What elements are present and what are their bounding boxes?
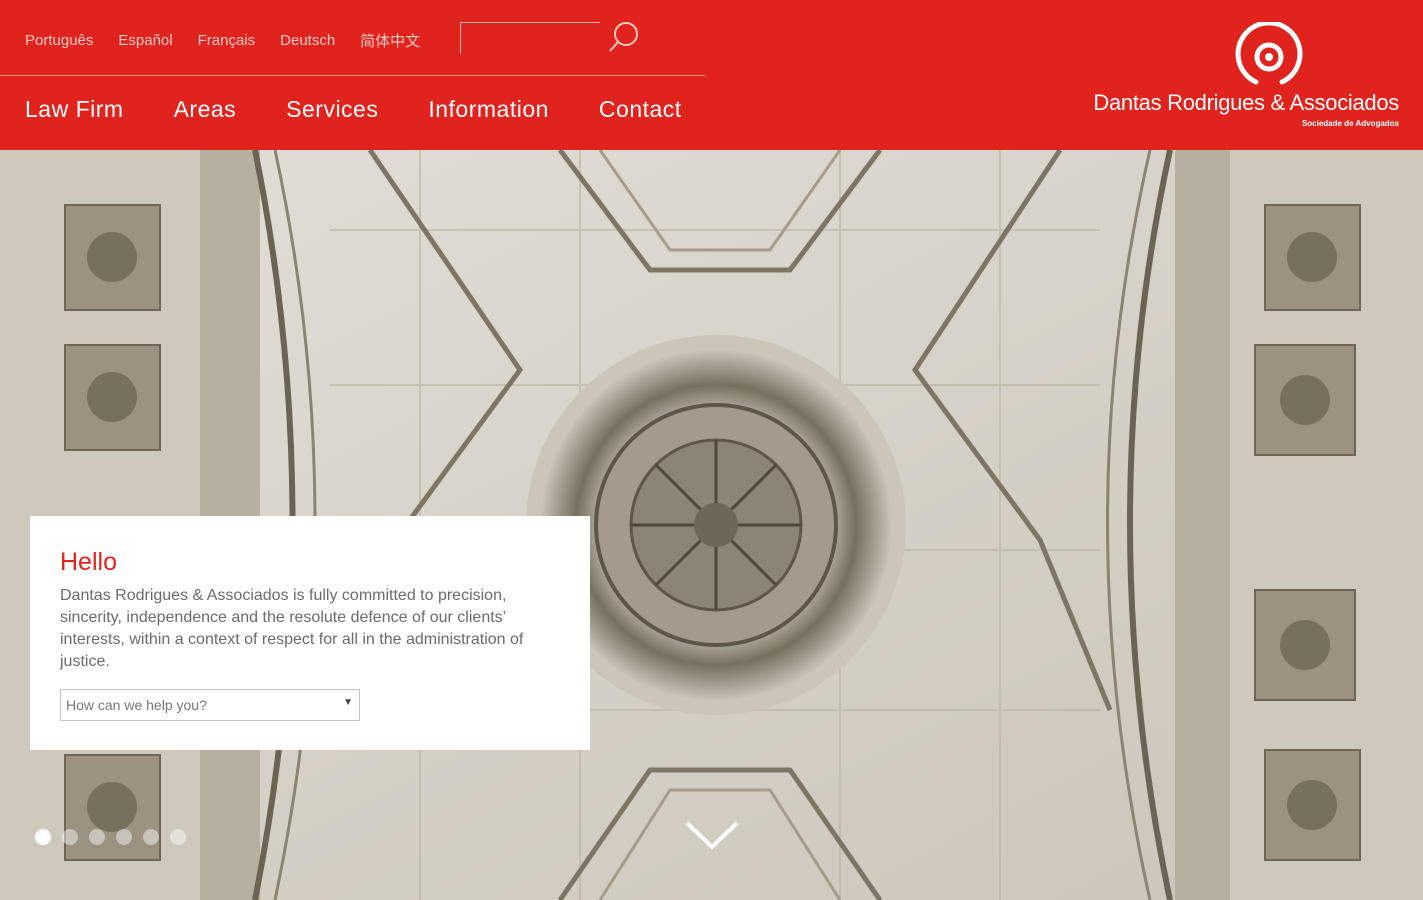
logo[interactable]: Dantas Rodrigues & Associados Sociedade … (1093, 22, 1399, 132)
chevron-down-icon[interactable] (684, 818, 740, 852)
slider-dot-6[interactable] (170, 829, 186, 845)
header-divider (0, 75, 706, 76)
magnifier-icon[interactable] (607, 20, 641, 54)
lang-chinese[interactable]: 简体中文 (360, 30, 420, 51)
nav-law-firm[interactable]: Law Firm (25, 96, 124, 123)
slider-dot-2[interactable] (62, 829, 78, 845)
lang-deutsch[interactable]: Deutsch (280, 32, 335, 49)
lang-portugues[interactable]: Português (25, 32, 93, 49)
nav-information[interactable]: Information (428, 96, 549, 123)
nav-services[interactable]: Services (286, 96, 378, 123)
slider-dot-3[interactable] (89, 829, 105, 845)
hello-title: Hello (60, 548, 117, 576)
search-input[interactable] (461, 23, 600, 54)
dropdown-arrow-icon: ▼ (343, 697, 353, 708)
help-select[interactable]: How can we help you? ▼ (60, 689, 360, 721)
main-nav: Law Firm Areas Services Information Cont… (25, 96, 732, 123)
site-header: Português Español Français Deutsch 简体中文 … (0, 0, 1423, 150)
slider-dot-4[interactable] (116, 829, 132, 845)
logo-mark-icon (1235, 22, 1303, 85)
slider-dots (35, 829, 197, 845)
nav-contact[interactable]: Contact (599, 96, 682, 123)
help-select-value: How can we help you? (66, 697, 207, 713)
lang-espanol[interactable]: Español (118, 32, 172, 49)
logo-tagline: Sociedade de Advogados (1301, 119, 1399, 128)
hello-text: Dantas Rodrigues & Associados is fully c… (60, 587, 524, 670)
lang-francais[interactable]: Français (198, 32, 256, 49)
slider-dot-5[interactable] (143, 829, 159, 845)
slider-dot-1[interactable] (35, 829, 51, 845)
nav-areas[interactable]: Areas (174, 96, 237, 123)
search-field[interactable] (460, 22, 600, 54)
logo-name: Dantas Rodrigues & Associados (1093, 90, 1399, 115)
language-bar: Português Español Français Deutsch 简体中文 (25, 20, 445, 60)
hello-card: Hello Dantas Rodrigues & Associados is f… (30, 516, 590, 750)
